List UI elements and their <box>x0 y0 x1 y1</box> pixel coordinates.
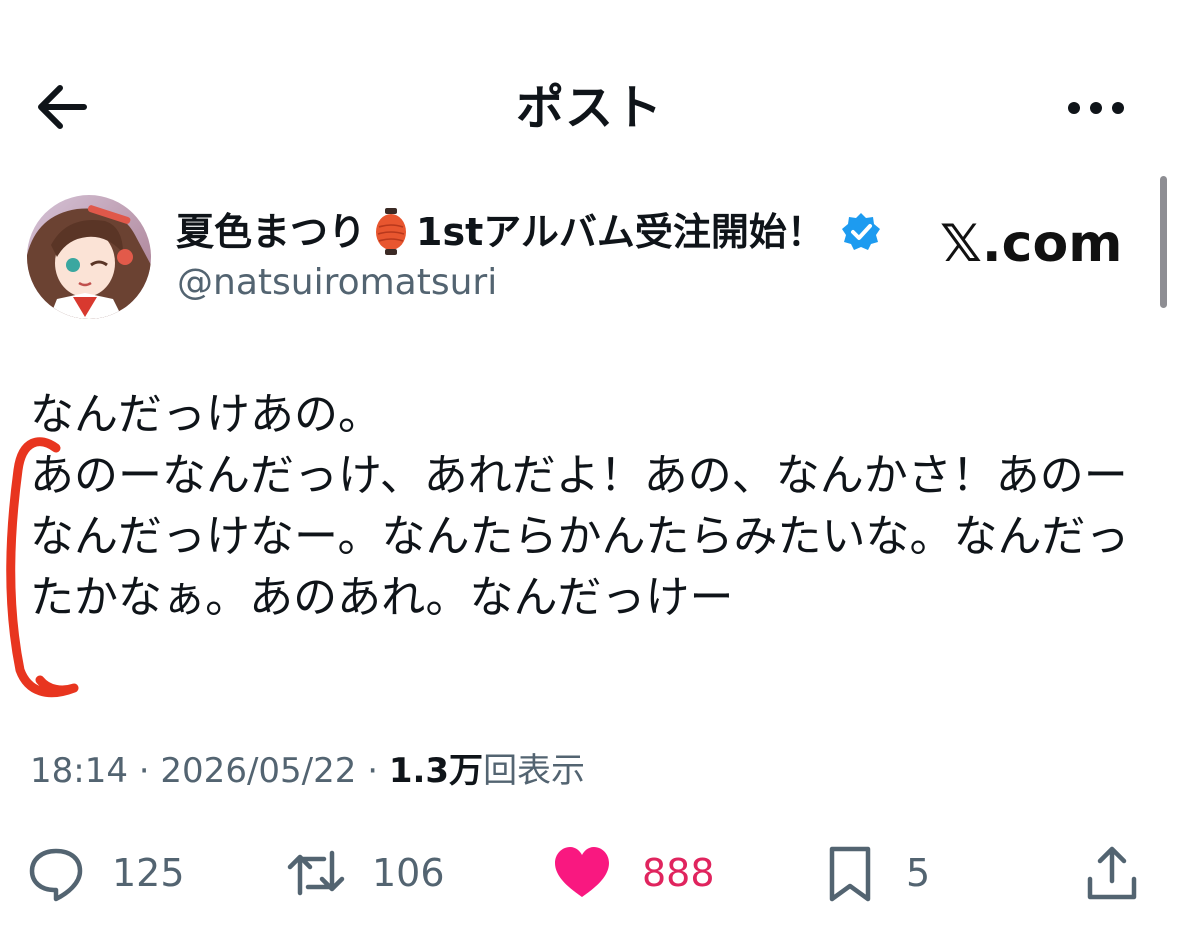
post-meta: 18:14 · 2026/05/22 · 1.3万回表示 <box>30 746 585 796</box>
share-icon <box>1087 846 1137 900</box>
meta-separator: · <box>127 751 161 791</box>
heart-icon <box>555 847 609 897</box>
bookmark-count: 5 <box>906 851 931 895</box>
more-options-icon[interactable] <box>1064 88 1128 128</box>
post-date: 2026/05/22 <box>160 751 357 791</box>
page-title: ポスト <box>515 80 663 136</box>
lantern-emoji-icon <box>376 208 407 255</box>
bookmark-button[interactable]: 5 <box>820 838 930 908</box>
views-label: 回表示 <box>483 751 586 791</box>
display-name-text: 夏色まつり <box>176 210 367 254</box>
scrollbar[interactable] <box>1160 176 1167 308</box>
display-name-suffix: 1stアルバム受注開始！ <box>416 210 825 254</box>
repost-icon <box>287 850 345 896</box>
post-time: 18:14 <box>30 751 128 791</box>
x-com-watermark: 𝕏.com <box>940 214 1123 274</box>
bookmark-icon <box>829 846 871 902</box>
repost-button[interactable]: 106 <box>286 838 445 908</box>
meta-separator: · <box>356 751 389 791</box>
post-text: なんだっけあの。 あのーなんだっけ、あれだよ！あの、なんかさ！あのー なんだっけ… <box>30 389 1130 623</box>
red-circle-annotation <box>6 437 79 698</box>
reply-count: 125 <box>112 851 185 895</box>
share-button[interactable] <box>1082 838 1142 908</box>
verified-badge-icon[interactable] <box>841 212 881 252</box>
repost-count: 106 <box>372 851 445 895</box>
reply-button[interactable]: 125 <box>26 838 185 908</box>
views-count[interactable]: 1.3万 <box>389 751 483 791</box>
like-button[interactable]: 888 <box>552 838 715 908</box>
avatar[interactable] <box>27 195 151 319</box>
reply-icon <box>29 848 83 902</box>
author-handle[interactable]: @natsuiromatsuri <box>177 258 497 308</box>
like-count: 888 <box>642 851 715 895</box>
display-name[interactable]: 夏色まつり 1stアルバム受注開始！ <box>176 206 881 258</box>
